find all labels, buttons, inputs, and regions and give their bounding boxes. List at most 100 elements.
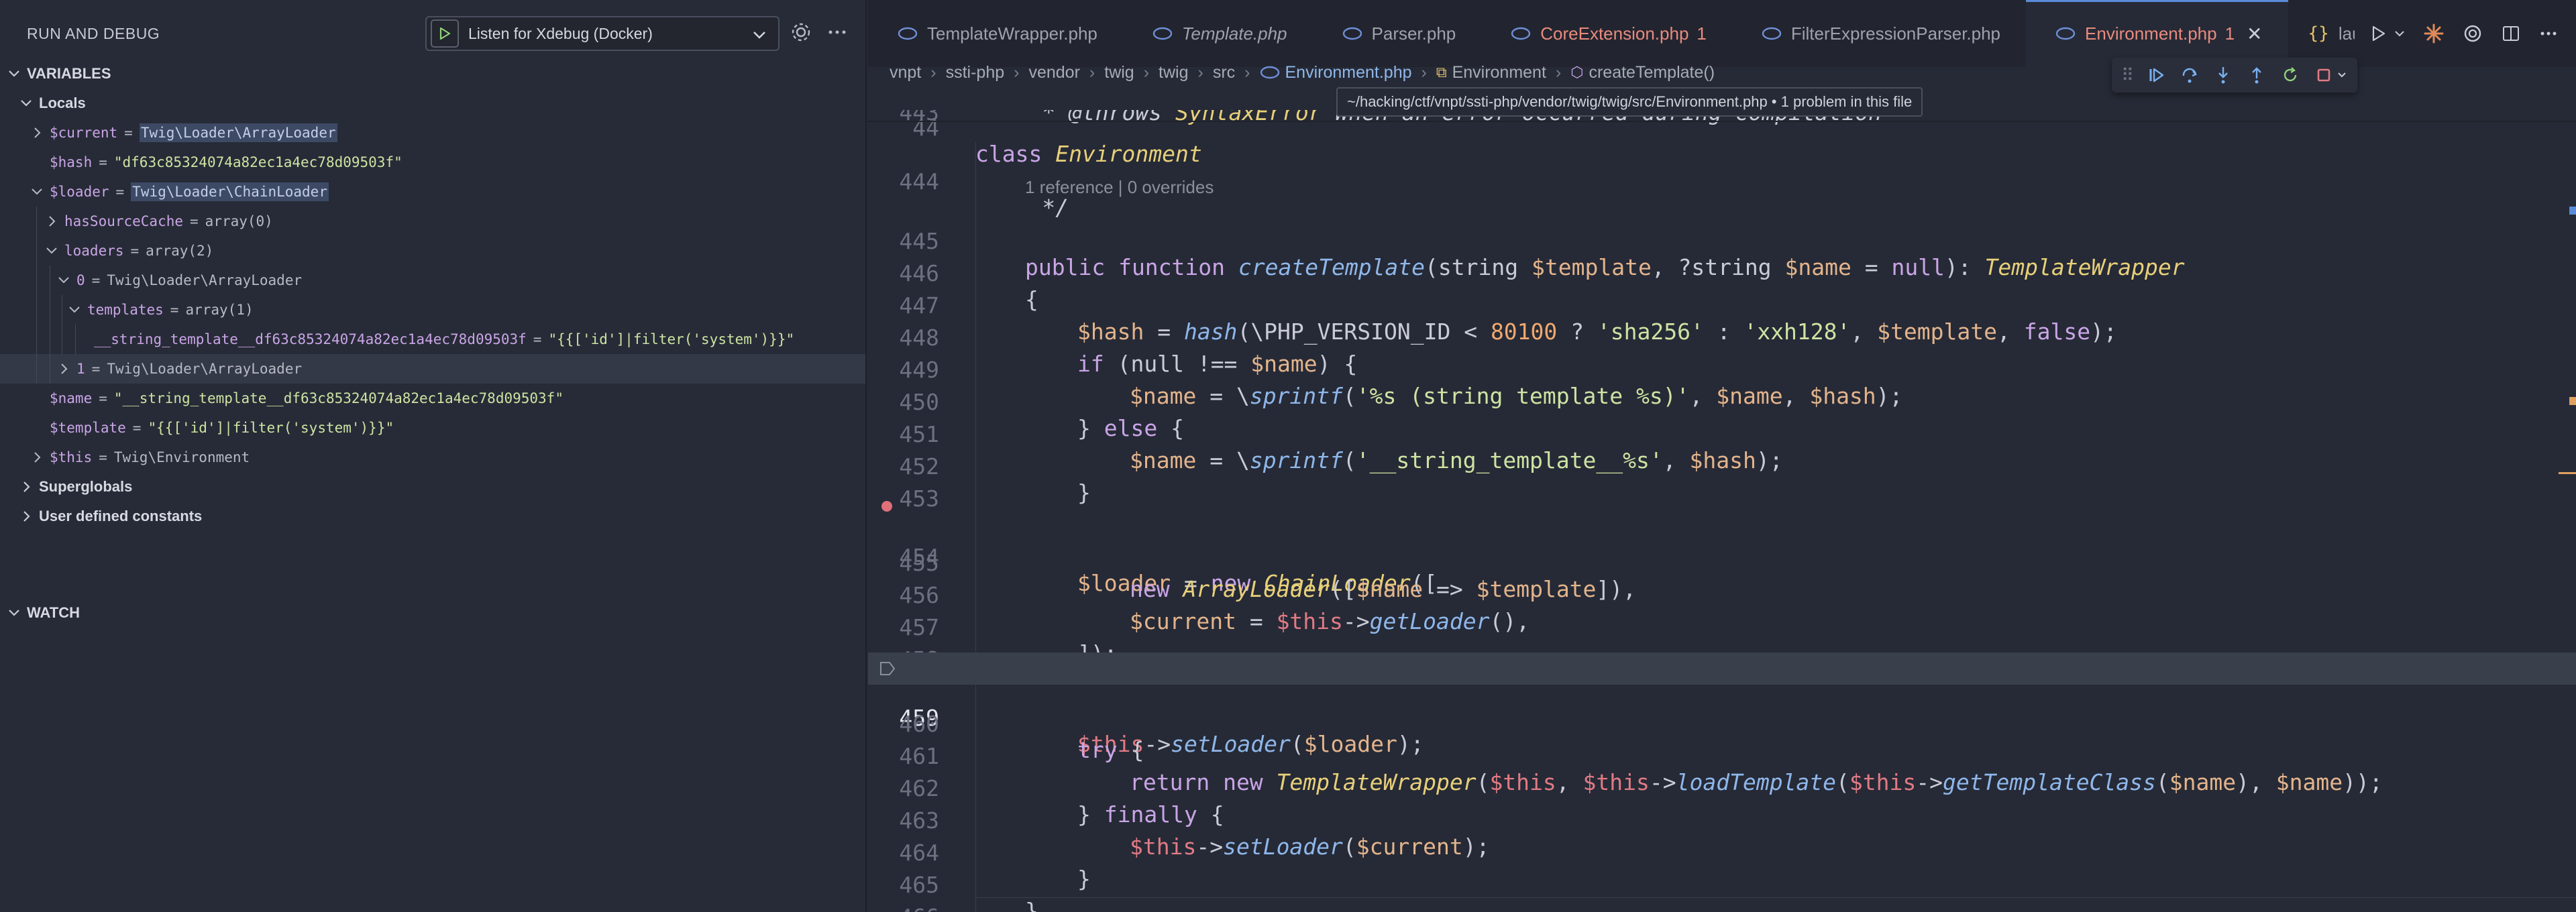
chevron-down-icon[interactable] — [67, 302, 82, 317]
breadcrumb-item[interactable]: createTemplate() — [1589, 63, 1715, 82]
restart-icon[interactable] — [2280, 65, 2300, 85]
tab-template-wrapper[interactable]: TemplateWrapper.php — [868, 0, 1123, 67]
code-line-463[interactable]: 463 $this->setLoader($current); — [868, 781, 2576, 860]
code-line-460[interactable]: 460 try { — [868, 685, 2576, 763]
step-into-icon[interactable] — [2213, 65, 2233, 85]
code-line-454[interactable]: 454 $loader = new ChainLoader([ — [868, 492, 2576, 596]
openai-icon[interactable] — [2462, 23, 2483, 44]
run-icon[interactable] — [2368, 23, 2388, 44]
code-line-456[interactable]: 456 $current = $this->getLoader(), — [868, 556, 2576, 634]
code-line-457[interactable]: 457 ]); — [868, 588, 2576, 667]
chevron-right-icon[interactable] — [30, 125, 44, 140]
watch-section-header[interactable]: WATCH — [0, 598, 80, 628]
start-debugging-button[interactable] — [431, 19, 459, 48]
code-line-453[interactable]: 453 — [868, 459, 2576, 512]
launch-config-select[interactable]: Listen for Xdebug (Docker) — [425, 16, 780, 51]
chevron-down-icon[interactable] — [2337, 70, 2347, 80]
indent-guide — [36, 236, 37, 266]
code-line-445[interactable]: 445 public function createTemplate(strin… — [868, 202, 2576, 280]
code-line-464[interactable]: 464 } — [868, 813, 2576, 892]
code-line-465[interactable]: 465 } — [868, 846, 2576, 912]
editor-area: TemplateWrapper.php Template.php Parser.… — [868, 0, 2576, 912]
code-line-444[interactable]: 444 */ — [868, 142, 2576, 221]
more-actions-icon[interactable] — [2538, 23, 2559, 44]
variable-row-loaders[interactable]: loaders = array(2) — [0, 236, 865, 266]
tab-template[interactable]: Template.php — [1123, 0, 1313, 67]
breadcrumb: vnpt › ssti-php › vendor › twig › twig › src ›… — [890, 62, 1715, 83]
code-line-452[interactable]: 452 } — [868, 427, 2576, 506]
variable-row-hash[interactable]: $hash = "df63c85324074a82ec1a4ec78d09503… — [0, 148, 865, 177]
code-line-446[interactable]: 446 { — [868, 234, 2576, 312]
split-editor-icon[interactable] — [2501, 23, 2521, 44]
breadcrumb-item[interactable]: Environment — [1452, 63, 1546, 82]
equals-sign: = — [91, 272, 101, 288]
chevron-right-icon[interactable] — [30, 450, 44, 465]
more-actions-icon[interactable] — [825, 20, 849, 44]
step-over-icon[interactable] — [2180, 65, 2200, 85]
chevron-right-icon[interactable] — [56, 361, 71, 376]
breadcrumb-item[interactable]: src — [1213, 63, 1235, 82]
chevron-down-icon[interactable] — [2394, 27, 2406, 40]
drag-handle-icon[interactable]: ⠿ — [2121, 65, 2134, 86]
step-out-icon[interactable] — [2247, 65, 2267, 85]
code-line-447[interactable]: 447 $hash = hash(\PHP_VERSION_ID < 80100… — [868, 266, 2576, 345]
code-line-455[interactable]: 455 new ArrayLoader([$name => $template]… — [868, 524, 2576, 602]
close-icon[interactable]: ✕ — [2247, 23, 2262, 45]
chevron-down-icon[interactable] — [44, 243, 59, 258]
variable-value: Twig\Loader\ChainLoader — [131, 182, 329, 201]
variable-row-current[interactable]: $current = Twig\Loader\ArrayLoader — [0, 118, 865, 148]
chevron-down-icon[interactable] — [56, 273, 71, 288]
variable-row-loader-0[interactable]: 0 = Twig\Loader\ArrayLoader — [0, 266, 865, 295]
code-line-451[interactable]: 451 $name = \sprintf('__string_template_… — [868, 395, 2576, 473]
code-line-458[interactable]: 458 — [868, 620, 2576, 673]
chevron-right-icon[interactable] — [44, 214, 59, 229]
gear-icon[interactable] — [789, 20, 813, 44]
variable-row-template[interactable]: $template = "{{['id']|filter('system')}}… — [0, 413, 865, 443]
locals-scope[interactable]: Locals — [0, 89, 865, 118]
variable-row-template-key[interactable]: __string_template__df63c85324074a82ec1a4… — [0, 325, 865, 354]
tab-label: Parser.php — [1371, 23, 1456, 44]
claude-icon[interactable] — [2423, 23, 2445, 44]
variable-row-loader[interactable]: $loader = Twig\Loader\ChainLoader — [0, 177, 865, 207]
indent-guide — [36, 295, 37, 325]
breadcrumb-item[interactable]: twig — [1159, 63, 1188, 82]
tab-parser[interactable]: Parser.php — [1313, 0, 1482, 67]
execution-pointer-icon — [880, 662, 896, 675]
tab-filter-expression-parser[interactable]: FilterExpressionParser.php — [1732, 0, 2026, 67]
superglobals-scope[interactable]: Superglobals — [0, 472, 865, 502]
variable-name: loaders — [64, 243, 124, 259]
code-line-450[interactable]: 450 } else { — [868, 363, 2576, 441]
current-execution-line[interactable]: 459 $this->setLoader($loader); — [868, 652, 2576, 757]
equals-sign: = — [130, 243, 140, 259]
codelens-references[interactable]: 1 reference | 0 overrides — [1025, 177, 1214, 198]
code-line-448[interactable]: 448 if (null !== $name) { — [868, 298, 2576, 377]
breadcrumb-item[interactable]: twig — [1104, 63, 1134, 82]
stop-icon[interactable] — [2314, 65, 2334, 85]
variable-value: array(0) — [205, 213, 273, 229]
code-line-466[interactable]: 466 — [868, 878, 2576, 912]
chevron-down-icon[interactable] — [750, 25, 769, 44]
variable-name: templates — [87, 302, 164, 318]
variable-row-loader-1[interactable]: 1 = Twig\Loader\ArrayLoader — [0, 354, 865, 384]
breakpoint-icon[interactable] — [881, 501, 892, 512]
variable-row-has-source-cache[interactable]: hasSourceCache = array(0) — [0, 207, 865, 236]
code-line-461[interactable]: 461 return new TemplateWrapper($this, $t… — [868, 717, 2576, 795]
code-line-449[interactable]: 449 $name = \sprintf('%s (string templat… — [868, 331, 2576, 409]
debug-header: RUN AND DEBUG Listen for Xdebug (Docker) — [0, 0, 865, 67]
constants-scope[interactable]: User defined constants — [0, 502, 865, 531]
tab-core-extension[interactable]: CoreExtension.php 1 — [1481, 0, 1732, 67]
chevron-right-icon: › — [1014, 62, 1020, 82]
chevron-down-icon[interactable] — [30, 184, 44, 199]
breadcrumb-item[interactable]: vendor — [1028, 63, 1079, 82]
tab-environment[interactable]: Environment.php 1 ✕ — [2026, 0, 2288, 67]
variable-row-templates[interactable]: templates = array(1) — [0, 295, 865, 325]
breadcrumb-item[interactable]: Environment.php — [1285, 63, 1412, 82]
breadcrumb-item[interactable]: ssti-php — [946, 63, 1005, 82]
variable-value: "{{['id']|filter('system')}}" — [148, 420, 394, 436]
continue-icon[interactable] — [2146, 65, 2166, 85]
variable-row-this[interactable]: $this = Twig\Environment — [0, 443, 865, 472]
variable-row-name[interactable]: $name = "__string_template__df63c8532407… — [0, 384, 865, 413]
code-line-462[interactable]: 462 } finally { — [868, 749, 2576, 828]
indent-guide — [36, 266, 37, 295]
breadcrumb-item[interactable]: vnpt — [890, 63, 921, 82]
